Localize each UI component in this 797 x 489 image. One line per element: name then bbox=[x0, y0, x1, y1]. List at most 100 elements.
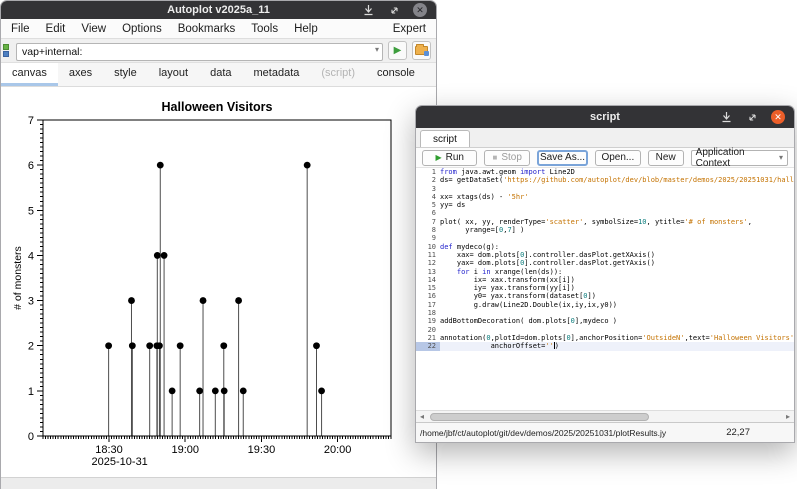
close-icon[interactable]: ✕ bbox=[771, 110, 785, 124]
expert-mode-label[interactable]: Expert bbox=[385, 21, 434, 37]
y-tick-label: 4 bbox=[28, 250, 34, 262]
x-tick-label: 19:30 bbox=[248, 444, 276, 456]
code-line[interactable]: 9 bbox=[416, 234, 794, 242]
line-number: 9 bbox=[416, 234, 440, 242]
code-line[interactable]: 1from java.awt.geom import Line2D bbox=[416, 168, 794, 176]
maximize-icon[interactable] bbox=[745, 110, 759, 124]
code-line[interactable]: 3 bbox=[416, 185, 794, 193]
line-number: 12 bbox=[416, 259, 440, 267]
menu-item-options[interactable]: Options bbox=[114, 21, 170, 37]
script-statusbar: /home/jbf/ct/autoplot/git/dev/demos/2025… bbox=[416, 422, 794, 442]
data-point bbox=[146, 342, 153, 349]
scrollbar-thumb[interactable] bbox=[430, 413, 649, 421]
data-point bbox=[169, 387, 176, 394]
menu-item-help[interactable]: Help bbox=[286, 21, 326, 37]
data-point bbox=[177, 342, 184, 349]
code-line[interactable]: 15 iy= yax.transform(yy[i]) bbox=[416, 284, 794, 292]
line-number: 15 bbox=[416, 284, 440, 292]
data-point bbox=[161, 252, 168, 259]
tab-style[interactable]: style bbox=[103, 63, 148, 86]
new-button[interactable]: New bbox=[648, 150, 684, 166]
tab-data[interactable]: data bbox=[199, 63, 242, 86]
code-editor[interactable]: 1from java.awt.geom import Line2D2ds= ge… bbox=[416, 168, 794, 410]
code-line[interactable]: 16 y0= yax.transform(dataset[0]) bbox=[416, 292, 794, 300]
y-tick-label: 3 bbox=[28, 296, 34, 308]
line-number: 2 bbox=[416, 176, 440, 184]
code-line[interactable]: 14 ix= xax.transform(xx[i]) bbox=[416, 276, 794, 284]
y-tick-label: 1 bbox=[28, 386, 34, 398]
script-titlebar[interactable]: script ✕ bbox=[416, 106, 794, 128]
code-line[interactable]: 22 anchorOffset='') bbox=[416, 342, 794, 350]
stop-button[interactable]: ■ Stop bbox=[484, 150, 530, 166]
line-number: 3 bbox=[416, 185, 440, 193]
code-line[interactable]: 6 bbox=[416, 209, 794, 217]
code-line[interactable]: 20 bbox=[416, 326, 794, 334]
tab-metadata[interactable]: metadata bbox=[243, 63, 311, 86]
tab-script[interactable]: script bbox=[420, 130, 470, 147]
code-text: anchorOffset='') bbox=[440, 342, 794, 350]
data-point bbox=[196, 387, 203, 394]
main-titlebar[interactable]: Autoplot v2025a_11 ✕ bbox=[1, 1, 436, 19]
tab-console[interactable]: console bbox=[366, 63, 426, 86]
menu-item-view[interactable]: View bbox=[73, 21, 114, 37]
code-text bbox=[440, 326, 794, 334]
desktop: Autoplot v2025a_11 ✕ FileEditViewOptions… bbox=[0, 0, 797, 489]
uri-dropdown-icon[interactable]: ▾ bbox=[375, 45, 379, 54]
tab-layout[interactable]: layout bbox=[148, 63, 199, 86]
menu-item-tools[interactable]: Tools bbox=[243, 21, 286, 37]
code-line[interactable]: 7plot( xx, yy, renderType='scatter', sym… bbox=[416, 218, 794, 226]
code-text: xax= dom.plots[0].controller.dasPlot.get… bbox=[440, 251, 794, 259]
menu-item-bookmarks[interactable]: Bookmarks bbox=[170, 21, 244, 37]
line-number: 10 bbox=[416, 243, 440, 251]
code-text: yy= ds bbox=[440, 201, 794, 209]
code-line[interactable]: 12 yax= dom.plots[0].controller.dasPlot.… bbox=[416, 259, 794, 267]
code-line[interactable]: 2ds= getDataSet('https://github.com/auto… bbox=[416, 176, 794, 184]
line-number: 7 bbox=[416, 218, 440, 226]
code-text: iy= yax.transform(yy[i]) bbox=[440, 284, 794, 292]
scrollbar-track[interactable] bbox=[428, 413, 782, 421]
application-context-select[interactable]: Application Context ▾ bbox=[691, 150, 788, 166]
close-icon[interactable]: ✕ bbox=[413, 3, 427, 17]
menu-item-edit[interactable]: Edit bbox=[38, 21, 74, 37]
plot-canvas[interactable]: Halloween Visitors# of monsters012345671… bbox=[1, 87, 436, 477]
minimize-icon[interactable] bbox=[719, 110, 733, 124]
menu-item-file[interactable]: File bbox=[3, 21, 38, 37]
data-point bbox=[105, 342, 112, 349]
stop-icon: ■ bbox=[493, 153, 498, 162]
code-line[interactable]: 8 yrange=[0,7] ) bbox=[416, 226, 794, 234]
datasource-type-icon[interactable] bbox=[3, 44, 11, 57]
data-point bbox=[128, 297, 135, 304]
code-line[interactable]: 13 for i in xrange(len(ds)): bbox=[416, 268, 794, 276]
code-line[interactable]: 19addBottomDecoration( dom.plots[0],myde… bbox=[416, 317, 794, 325]
data-point bbox=[156, 342, 163, 349]
scroll-right-icon[interactable]: ▸ bbox=[782, 412, 794, 421]
open-button[interactable]: Open... bbox=[595, 150, 641, 166]
inspect-uri-button[interactable] bbox=[412, 41, 431, 60]
horizontal-scrollbar[interactable]: ◂ ▸ bbox=[416, 410, 794, 422]
data-point bbox=[220, 342, 227, 349]
data-point bbox=[240, 387, 247, 394]
tab-script[interactable]: (script) bbox=[310, 63, 366, 86]
y-tick-label: 2 bbox=[28, 341, 34, 353]
minimize-icon[interactable] bbox=[361, 3, 375, 17]
code-line[interactable]: 17 g.draw(Line2D.Double(ix,iy,ix,y0)) bbox=[416, 301, 794, 309]
data-point bbox=[221, 387, 228, 394]
tab-canvas[interactable]: canvas bbox=[1, 63, 58, 86]
save-as-button[interactable]: Save As... bbox=[537, 150, 588, 166]
code-line[interactable]: 10def mydeco(g): bbox=[416, 243, 794, 251]
code-line[interactable]: 18 bbox=[416, 309, 794, 317]
code-line[interactable]: 4xx= xtags(ds) - '5hr' bbox=[416, 193, 794, 201]
uri-input[interactable] bbox=[16, 43, 383, 61]
go-button[interactable]: ▶ bbox=[388, 41, 407, 60]
line-number: 8 bbox=[416, 226, 440, 234]
script-toolbar: ▶ Run ■ Stop Save As... Open... New Appl… bbox=[416, 148, 794, 168]
code-line[interactable]: 5yy= ds bbox=[416, 201, 794, 209]
x-tick-label: 18:30 bbox=[95, 444, 123, 456]
line-number: 16 bbox=[416, 292, 440, 300]
code-line[interactable]: 21annotation(0,plotId=dom.plots[0],ancho… bbox=[416, 334, 794, 342]
run-button[interactable]: ▶ Run bbox=[422, 150, 477, 166]
code-line[interactable]: 11 xax= dom.plots[0].controller.dasPlot.… bbox=[416, 251, 794, 259]
tab-axes[interactable]: axes bbox=[58, 63, 103, 86]
maximize-icon[interactable] bbox=[387, 3, 401, 17]
scroll-left-icon[interactable]: ◂ bbox=[416, 412, 428, 421]
